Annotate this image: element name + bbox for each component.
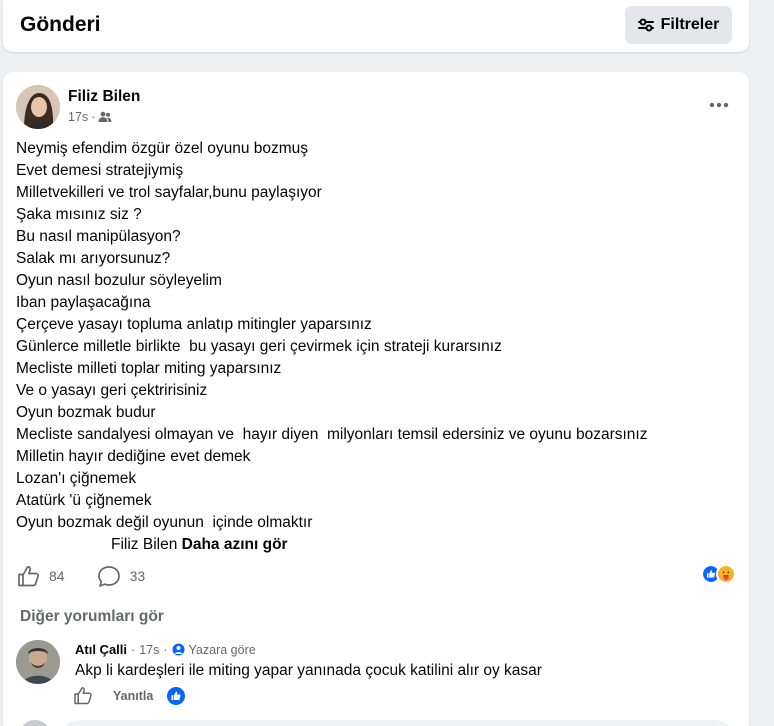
post-line: Günlerce milletle birlikte bu yasayı ger…	[16, 338, 502, 355]
post-line: Milletvekilleri ve trol sayfalar,bunu pa…	[16, 184, 322, 201]
more-comments-link[interactable]: Diğer yorumları gör	[20, 608, 164, 626]
comment-like-reaction-icon	[167, 686, 186, 705]
more-options-button[interactable]	[703, 92, 735, 118]
comment-time[interactable]: 17s	[139, 643, 159, 657]
comment-like-icon[interactable]	[73, 686, 93, 705]
page-header: Gönderi Filtreler	[3, 0, 749, 52]
friends-audience-icon	[98, 111, 112, 122]
post-line: Neymiş efendim özgür özel oyunu bozmuş	[16, 140, 309, 157]
page-title: Gönderi	[20, 13, 101, 36]
post-line: Bu nasıl manipülasyon?	[16, 228, 181, 245]
post-line: Evet demesi stratejiymiş	[16, 162, 184, 179]
author-avatar[interactable]	[16, 85, 60, 129]
commenter-name[interactable]: Atıl Çalli	[75, 642, 127, 657]
post-line: Atatürk 'ü çiğnemek	[16, 492, 152, 509]
post-line: Mecliste milleti toplar miting yaparsını…	[16, 360, 282, 377]
see-less-link[interactable]: Daha azını gör	[182, 536, 288, 553]
post-line: Çerçeve yasayı topluma anlatıp mitingler…	[16, 316, 372, 333]
filters-button[interactable]: Filtreler	[625, 6, 732, 44]
post-signature: Filiz Bilen	[111, 536, 182, 553]
post-line: Mecliste sandalyesi olmayan ve hayır diy…	[16, 426, 648, 443]
commenter-avatar[interactable]	[16, 640, 60, 684]
care-reaction-icon	[716, 564, 736, 584]
next-comment-bubble	[61, 720, 733, 726]
verified-relevance-icon	[172, 643, 185, 656]
comment-separator: ·	[163, 642, 168, 657]
comment-actions: Yanıtla	[73, 686, 186, 705]
filters-label: Filtreler	[660, 16, 720, 33]
reply-button[interactable]: Yanıtla	[113, 689, 153, 703]
post-actions: 84 33	[17, 564, 145, 588]
post-body: Neymiş efendim özgür özel oyunu bozmuş E…	[16, 138, 736, 556]
sliders-icon	[637, 18, 654, 32]
meta-separator: ·	[91, 110, 96, 124]
post-signature-line: Filiz Bilen Daha azını gör	[16, 534, 736, 556]
comment-separator: ·	[131, 642, 136, 657]
author-name[interactable]: Filiz Bilen	[68, 88, 140, 106]
post-card: Filiz Bilen 17s · Neymiş efendim özgür ö…	[3, 72, 749, 726]
reaction-summary[interactable]	[701, 564, 736, 584]
ellipsis-icon	[709, 102, 729, 108]
comment-header: Atıl Çalli · 17s · Yazara göre	[75, 642, 256, 657]
like-count: 84	[49, 568, 65, 584]
comment-audience: Yazara göre	[188, 642, 256, 657]
post-line: Iban paylaşacağına	[16, 294, 151, 311]
post-line: Salak mı arıyorsunuz?	[16, 250, 171, 267]
post-line: Milletin hayır dediğine evet demek	[16, 448, 251, 465]
post-line: Oyun bozmak değil oyunun içinde olmaktır	[16, 514, 313, 531]
comment-button[interactable]: 33	[97, 565, 146, 588]
like-icon	[18, 566, 39, 587]
post-meta: 17s ·	[68, 110, 112, 124]
next-comment-avatar	[19, 720, 51, 726]
post-line: Şaka mısınız siz ?	[16, 206, 142, 223]
like-button[interactable]: 84	[17, 565, 65, 587]
post-line: Ve o yasayı geri çektririsiniz	[16, 382, 208, 399]
comment-icon	[97, 565, 120, 587]
post-line: Oyun nasıl bozulur söyleyelim	[16, 272, 222, 289]
comment-text: Akp li kardeşleri ile miting yapar yanın…	[75, 662, 542, 679]
post-time[interactable]: 17s	[68, 110, 88, 124]
post-line: Lozan'ı çiğnemek	[16, 470, 137, 487]
post-line: Oyun bozmak budur	[16, 404, 156, 421]
comment-count: 33	[129, 568, 146, 584]
